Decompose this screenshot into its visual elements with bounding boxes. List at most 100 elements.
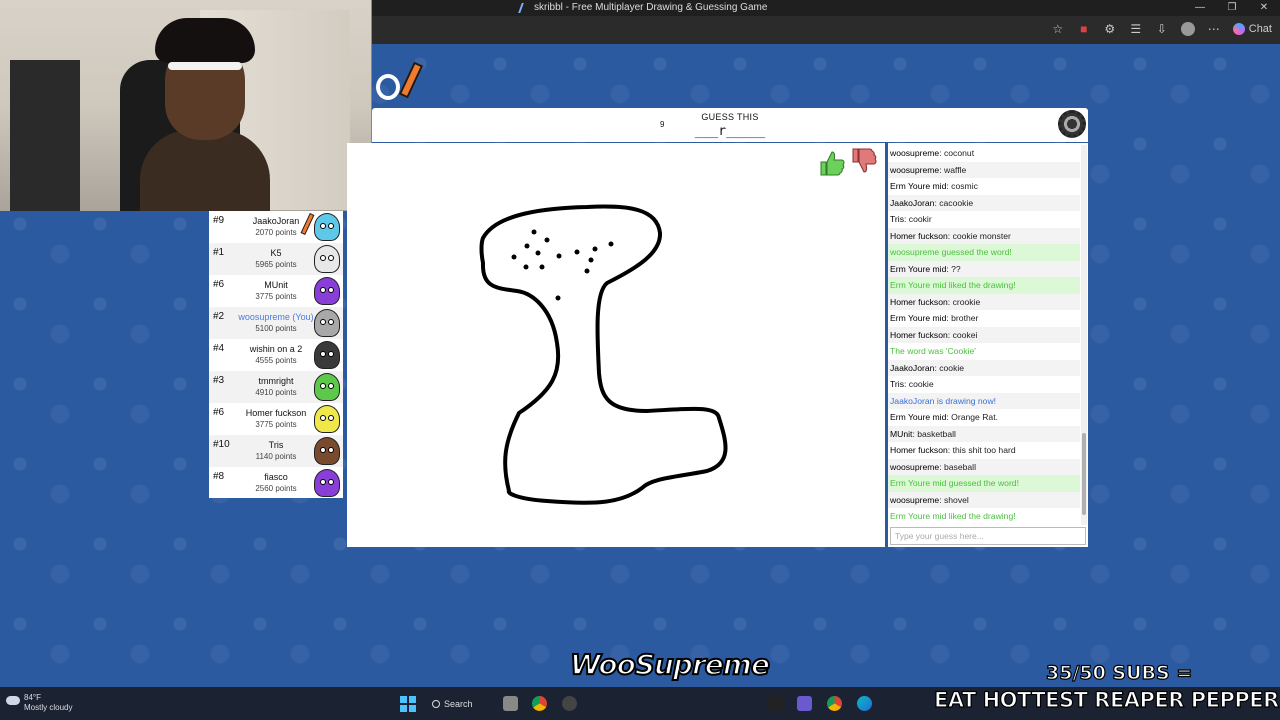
player-avatar (314, 469, 340, 497)
player-rank: #10 (213, 439, 230, 450)
chat-message-text: cookie (908, 379, 934, 389)
player-name: woosupreme (You) (238, 312, 314, 322)
chat-message: Erm Youre mid liked the drawing! (888, 508, 1080, 525)
chat-message-text: waffle (943, 164, 967, 175)
drawing-dot (535, 250, 541, 256)
thumbs-down-icon[interactable] (849, 147, 879, 175)
chat-message: Erm Youre mid: brother (888, 310, 1080, 327)
chat-message-text: Erm Youre mid liked the drawing! (890, 511, 1016, 521)
chat-message-text: Erm Youre mid liked the drawing! (890, 280, 1016, 290)
chat-message-text: cosmic (951, 181, 978, 191)
profile-avatar[interactable] (1180, 22, 1195, 36)
copilot-chat-button[interactable]: Chat (1232, 23, 1272, 35)
chat-message-text: shovel (943, 494, 969, 505)
chat-message-text: woosupreme guessed the word! (890, 247, 1012, 257)
player-row[interactable]: #10 Tris 1140 points (209, 435, 343, 467)
drawing-dot (555, 295, 561, 301)
window-title: skribbl - Free Multiplayer Drawing & Gue… (518, 2, 768, 13)
player-row[interactable]: #4 wishin on a 2 4555 points (209, 339, 343, 371)
player-points: 5965 points (255, 260, 297, 269)
obs-icon[interactable] (562, 696, 577, 711)
minimize-icon[interactable]: — (1184, 0, 1216, 16)
chat-message-user: JaakoJoran (890, 362, 935, 373)
player-rank: #4 (213, 343, 225, 354)
player-avatar (314, 373, 340, 401)
chat-message: Erm Youre mid guessed the word! (888, 475, 1080, 492)
more-icon[interactable]: ⋯ (1207, 22, 1221, 36)
gear-icon[interactable]: ⚙ (1103, 22, 1117, 36)
player-name: tmmright (258, 376, 294, 386)
restore-icon[interactable]: ❐ (1216, 0, 1248, 16)
edge-icon[interactable] (857, 696, 872, 711)
chat-message-user: Erm Youre mid (890, 412, 947, 422)
capcut-icon[interactable] (768, 696, 783, 711)
close-icon[interactable]: ✕ (1248, 0, 1280, 16)
taskbar-search[interactable]: Search (432, 695, 492, 713)
chat-message-text: cacookie (939, 197, 974, 208)
chat-message: Erm Youre mid: cosmic (888, 178, 1080, 195)
chat-message: Tris: cookir (888, 211, 1080, 228)
chat-scrollbar[interactable] (1081, 145, 1087, 525)
settings-gear-icon[interactable] (1058, 110, 1086, 138)
player-name: fiasco (264, 472, 288, 482)
star-icon[interactable]: ☆ (1051, 22, 1065, 36)
drawing-dot (544, 237, 550, 243)
skribbl-favicon-icon (518, 2, 530, 13)
player-points: 4910 points (255, 388, 297, 397)
chrome-icon[interactable] (532, 696, 547, 711)
player-name: K5 (270, 248, 282, 258)
player-points: 2560 points (255, 484, 297, 493)
player-points: 3775 points (255, 420, 297, 429)
chat-message: woosupreme: coconut (888, 145, 1080, 162)
chat-message-text: ?? (951, 263, 961, 274)
chat-message-user: Homer fuckson (890, 230, 948, 241)
player-row[interactable]: #6 Homer fuckson 3775 points (209, 403, 343, 435)
player-row[interactable]: #1 K5 5965 points (209, 243, 343, 275)
drawing-dot (531, 229, 537, 235)
chrome-icon[interactable] (827, 696, 842, 711)
guess-label: GUESS THIS (701, 112, 759, 122)
weather-temperature: 84°F (24, 693, 41, 702)
player-row[interactable]: #8 fiasco 2560 points (209, 467, 343, 499)
window-title-text: skribbl - Free Multiplayer Drawing & Gue… (534, 2, 768, 13)
chat-message-text: this shit too hard (952, 445, 1016, 455)
drawing-dot (608, 241, 614, 247)
player-rank: #6 (213, 407, 225, 418)
player-row[interactable]: #6 MUnit 3775 points (209, 275, 343, 307)
chat-message-user: woosupreme (890, 148, 940, 158)
drawing-dot (592, 246, 598, 252)
downloads-icon[interactable]: ⇩ (1155, 22, 1169, 36)
chat-message: Homer fuckson: cookei (888, 326, 1080, 343)
player-row[interactable]: #3 tmmright 4910 points (209, 371, 343, 403)
extension-icon[interactable]: ■ (1077, 22, 1091, 36)
chat-message-user: Erm Youre mid (890, 313, 947, 323)
guess-input[interactable] (890, 527, 1086, 545)
player-rank: #6 (213, 279, 225, 290)
favorites-icon[interactable]: ☰ (1129, 22, 1143, 36)
copilot-icon (1232, 23, 1245, 35)
chat-scroll-thumb[interactable] (1082, 433, 1086, 515)
thumbs-up-icon[interactable] (817, 149, 847, 177)
chat-message: woosupreme: baseball (888, 458, 1080, 475)
weather-condition: Mostly cloudy (24, 703, 73, 712)
webcam-shelf (10, 60, 80, 211)
file-explorer-icon[interactable] (503, 696, 518, 711)
app-grid-icon[interactable] (797, 696, 812, 711)
windows-start-icon[interactable] (400, 696, 416, 712)
player-row[interactable]: #9 JaakoJoran 2070 points (209, 211, 343, 243)
chat-message-text: basketball (917, 428, 956, 439)
toolbar-actions: ☆ ■ ⚙ ☰ ⇩ ⋯ Chat (1051, 22, 1272, 36)
word-hint: ___r_____ (694, 124, 766, 139)
player-name: Tris (268, 440, 284, 450)
weather-widget[interactable]: 84°F Mostly cloudy (6, 693, 72, 713)
drawing-canvas[interactable] (347, 143, 885, 547)
chat-message-user: Homer fuckson (890, 329, 948, 340)
player-row[interactable]: #2 woosupreme (You) 5100 points (209, 307, 343, 339)
browser-toolbar: ☆ ■ ⚙ ☰ ⇩ ⋯ Chat (372, 16, 1280, 44)
chat-message: The word was 'Cookie' (888, 343, 1080, 360)
player-avatar (314, 437, 340, 465)
player-avatar (314, 213, 340, 241)
chat-message-text: crookie (952, 296, 981, 307)
chat-message: woosupreme: shovel (888, 491, 1080, 508)
logo-pencil-icon (398, 61, 424, 99)
